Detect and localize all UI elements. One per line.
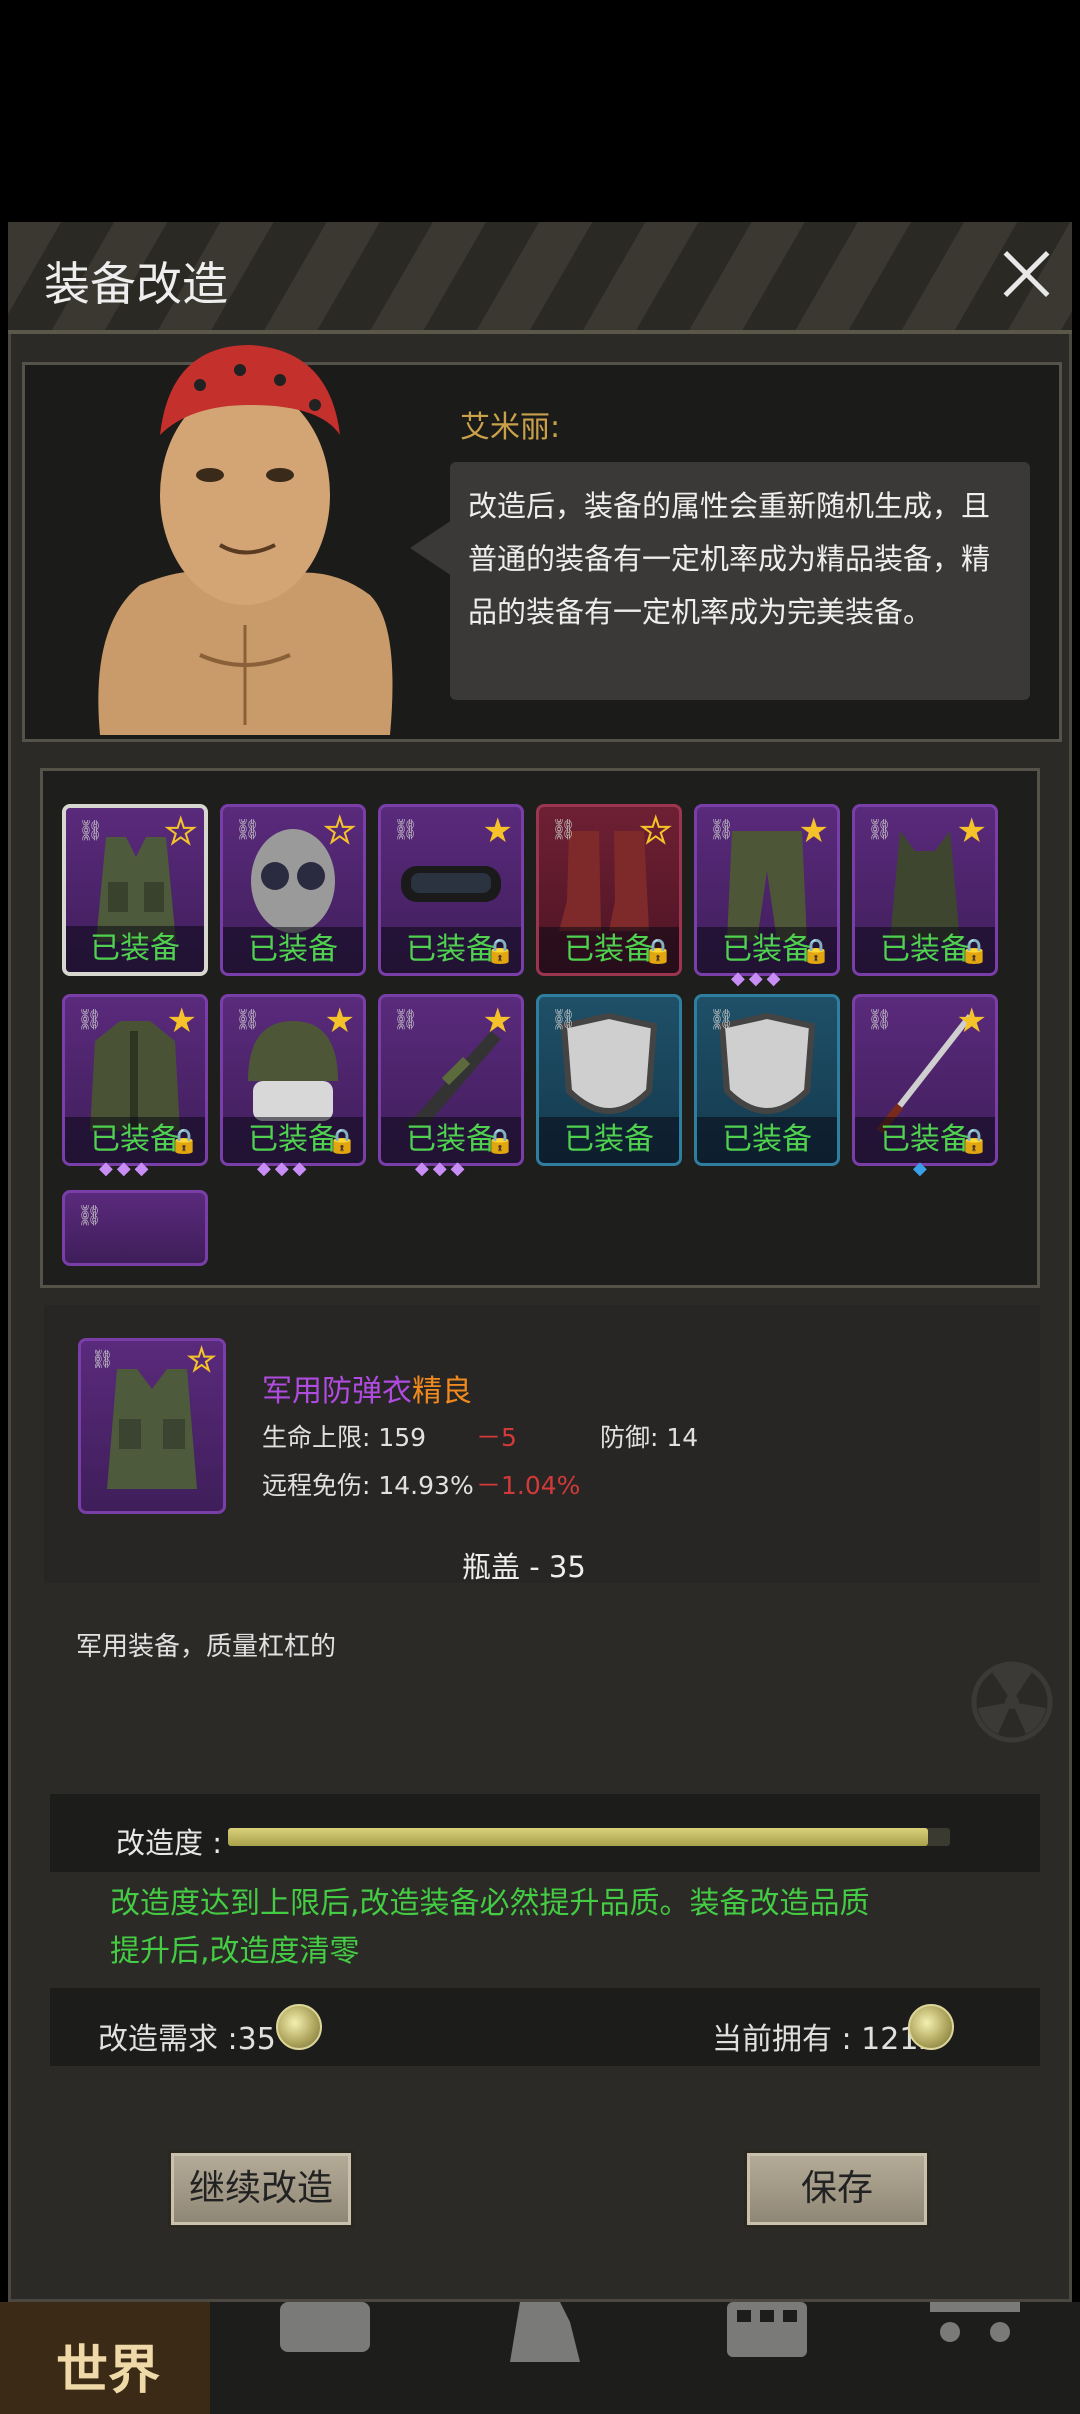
item-quality: 精良 [412, 1374, 472, 1409]
lock-icon: 🔒 [801, 937, 831, 965]
gem-sockets: ◆◆◆ [257, 1158, 311, 1179]
defense-stat: 防御: 14 [600, 1423, 699, 1452]
lock-icon: 🔒 [959, 937, 989, 965]
star-icon: ★ [798, 811, 829, 851]
reform-progress-fill [228, 1828, 928, 1846]
equipment-slot-sniper-rifle[interactable]: ⛓ ★ 已装备 🔒 [378, 994, 524, 1166]
npc-name: 艾米丽: [460, 410, 561, 445]
star-icon: ★ [187, 1342, 216, 1379]
equipment-slot-camo-pants[interactable]: ⛓ ★ 已装备 🔒 [694, 804, 840, 976]
link-icon: ⛓ [393, 1007, 419, 1031]
gem-sockets: ◆ [913, 1158, 931, 1179]
panel-title: 装备改造 [44, 257, 228, 311]
link-icon: ⛓ [235, 817, 261, 841]
equipment-slot-goggles[interactable]: ⛓ ★ 已装备 🔒 [378, 804, 524, 976]
star-icon: ★ [164, 811, 197, 853]
equipped-label: 已装备 [223, 927, 363, 973]
link-icon: ⛓ [709, 1007, 735, 1031]
link-icon: ⛓ [91, 1349, 114, 1370]
equipment-slot-red-boots[interactable]: ⛓ ★ 已装备 🔒 [536, 804, 682, 976]
ranged-delta: －1.04% [476, 1471, 581, 1500]
hp-delta: －5 [476, 1423, 517, 1452]
link-icon: ⛓ [867, 1007, 893, 1031]
link-icon: ⛓ [551, 1007, 577, 1031]
vest-icon [107, 1369, 197, 1489]
npc-portrait [98, 345, 393, 735]
equipment-slot-tactical-vest[interactable]: ⛓ ★ 已装备 [62, 804, 208, 976]
owned-label: 当前拥有 : 1212 [712, 2022, 938, 2057]
equipment-slot-shield-1[interactable]: ⛓ 已装备 [536, 994, 682, 1166]
save-button[interactable]: 保存 [744, 2150, 930, 2228]
reform-note: 改造度达到上限后,改造装备必然提升品质。装备改造品质提升后,改造度清零 [110, 1886, 870, 1969]
radiation-icon [971, 1661, 1053, 1743]
description-box [22, 1590, 1062, 1768]
requirement-label: 改造需求 :35 [98, 2022, 276, 2057]
hp-stat: 生命上限: 159 [262, 1423, 427, 1452]
star-icon: ★ [956, 1001, 987, 1041]
lock-icon: 🔒 [959, 1127, 989, 1155]
equipment-slot-camo-jacket[interactable]: ⛓ ★ 已装备 🔒 [62, 994, 208, 1166]
star-icon: ★ [482, 1001, 513, 1041]
lock-icon: 🔒 [485, 937, 515, 965]
equipment-slot-katana[interactable]: ⛓ ★ 已装备 🔒 [852, 994, 998, 1166]
lock-icon: 🔒 [643, 937, 673, 965]
gem-sockets: ◆◆◆ [99, 1158, 153, 1179]
star-icon: ★ [482, 811, 513, 851]
equipment-slot-camo-tank-top[interactable]: ⛓ ★ 已装备 🔒 [852, 804, 998, 976]
cart-icon[interactable] [920, 2302, 1030, 2362]
item-description: 军用装备，质量杠杠的 [76, 1632, 337, 1662]
star-icon: ★ [324, 1001, 355, 1041]
lock-icon: 🔒 [485, 1127, 515, 1155]
link-icon: ⛓ [78, 818, 104, 842]
speech-bubble-tip [410, 520, 452, 576]
equipped-label: 已装备 [539, 1117, 679, 1163]
lock-icon: 🔒 [327, 1127, 357, 1155]
bottle-cap-cost: 瓶盖 - 35 [462, 1550, 586, 1584]
reform-progress-label: 改造度 : [116, 1826, 222, 1860]
lock-icon: 🔒 [169, 1127, 199, 1155]
bottle-cap-icon [908, 2004, 954, 2050]
gem-sockets: ◆◆◆ [415, 1158, 469, 1179]
link-icon: ⛓ [77, 1203, 103, 1227]
equipped-label: 已装备 [66, 926, 204, 972]
link-icon: ⛓ [867, 817, 893, 841]
equipment-slot-shield-2[interactable]: ⛓ 已装备 [694, 994, 840, 1166]
crafting-icon[interactable] [712, 2302, 822, 2362]
npc-speech-bubble: 改造后，装备的属性会重新随机生成，且普通的装备有一定机率成为精品装备，精品的装备… [450, 462, 1030, 700]
continue-reform-button[interactable]: 继续改造 [168, 2150, 354, 2228]
equipment-slot-combat-helmet[interactable]: ⛓ ★ 已装备 🔒 [220, 994, 366, 1166]
link-icon: ⛓ [709, 817, 735, 841]
link-icon: ⛓ [551, 817, 577, 841]
equipment-slot-partial[interactable]: ⛓ [62, 1190, 208, 1266]
close-icon[interactable] [996, 244, 1056, 304]
equipment-slot-gas-mask[interactable]: ⛓ ★ 已装备 [220, 804, 366, 976]
nav-world-label: 世界 [56, 2341, 161, 2401]
link-icon: ⛓ [235, 1007, 261, 1031]
selected-item-icon: ⛓ ★ [78, 1338, 226, 1514]
star-icon: ★ [166, 1001, 197, 1041]
link-icon: ⛓ [393, 817, 419, 841]
ranged-stat: 远程免伤: 14.93% [262, 1471, 474, 1500]
star-icon: ★ [323, 810, 356, 852]
star-icon: ★ [956, 811, 987, 851]
equipped-label: 已装备 [697, 1117, 837, 1163]
item-name: 军用防弹衣 [262, 1374, 412, 1409]
star-icon: ★ [639, 810, 672, 852]
bottle-cap-icon [276, 2004, 322, 2050]
gem-sockets: ◆◆◆ [731, 968, 785, 989]
backpack-icon[interactable] [270, 2302, 380, 2362]
link-icon: ⛓ [77, 1007, 103, 1031]
character-icon[interactable] [490, 2302, 600, 2362]
